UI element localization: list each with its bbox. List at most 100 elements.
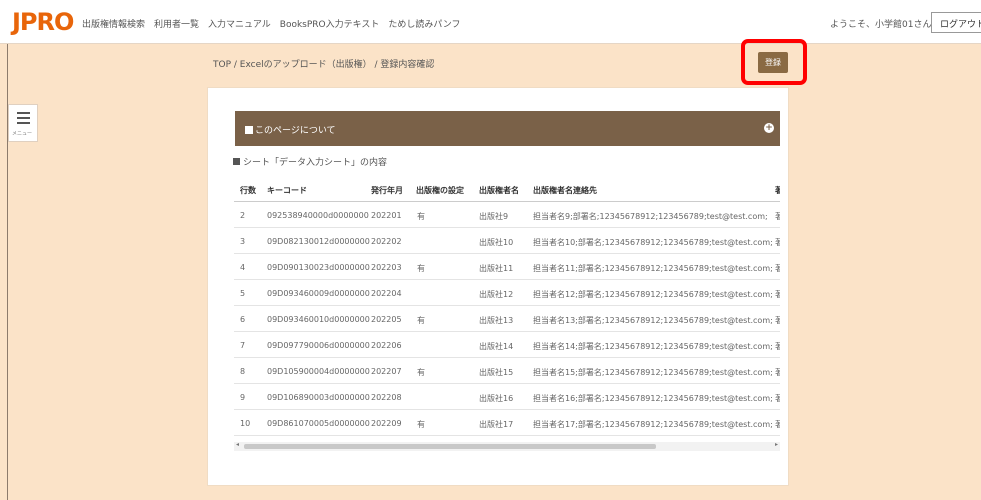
cell-publisher-name: 出版社15	[479, 368, 514, 377]
cell-publish-date: 202207	[371, 367, 402, 376]
cell-author: 著	[775, 316, 780, 325]
col-author: 著	[775, 186, 780, 195]
cell-publish-date: 202201	[371, 211, 402, 220]
cell-publisher-name: 出版社14	[479, 342, 514, 351]
col-rights-setting: 出版権の設定	[416, 186, 464, 195]
cell-author: 著	[775, 420, 780, 429]
about-page-label: このページについて	[255, 126, 336, 136]
square-bullet-icon	[233, 158, 240, 165]
nav-search-rights[interactable]: 出版権情報検索	[82, 17, 145, 30]
cell-author: 著	[775, 238, 780, 247]
table-row: 10 09D861070005d0000000 202209 有 出版社17 担当者名17…	[234, 410, 780, 436]
scroll-right-icon[interactable]: ▸	[775, 441, 778, 448]
cell-publisher-contact: 担当者名10;部署名;12345678912;123456789;test@te…	[533, 238, 773, 247]
menu-button[interactable]: メニュー	[8, 104, 38, 142]
table-row: 2 092538940000d0000000 202201 有 出版社9 担当者名9;部署…	[234, 202, 780, 228]
nav-bookspro-text[interactable]: BooksPRO入力テキスト	[280, 17, 380, 30]
cell-key-code: 09D861070005d0000000	[267, 419, 370, 428]
cell-author: 著	[775, 368, 780, 377]
cell-publisher-contact: 担当者名11;部署名;12345678912;123456789;test@te…	[533, 264, 773, 273]
col-publish-date: 発行年月	[371, 186, 403, 195]
cell-author: 著	[775, 394, 780, 403]
cell-key-code: 09D097790006d0000000	[267, 341, 370, 350]
register-button[interactable]: 登録	[758, 52, 788, 73]
jpro-logo[interactable]: JPRO	[12, 8, 74, 36]
data-table: 行数 キーコード 発行年月 出版権の設定 出版権者名 出版権者名連絡先 著 20…	[234, 176, 780, 438]
cell-publisher-name: 出版社12	[479, 290, 514, 299]
hamburger-icon	[17, 112, 30, 127]
expand-plus-icon[interactable]: +	[764, 123, 774, 133]
cell-author: 著	[775, 264, 780, 273]
cell-rights-setting: 有	[417, 368, 425, 377]
cell-publisher-contact: 担当者名14;部署名;12345678912;123456789;test@te…	[533, 342, 773, 351]
cell-publish-date: 202204	[371, 289, 402, 298]
cell-publish-date: 202209	[371, 419, 402, 428]
nav-trial-pamphlet[interactable]: ためし読みパンフ	[388, 17, 460, 30]
table-row: 5 09D093460009d0000000 202204 出版社12 担当者名12;部…	[234, 280, 780, 306]
welcome-text: ようこそ、小学館01さん	[830, 20, 932, 30]
content-card: このページについて + シート「データ入力シート」の内容 行数 キーコード 発行…	[207, 87, 789, 486]
horizontal-scrollbar[interactable]: ◂ ▸	[234, 441, 780, 451]
cell-row-number: 5	[240, 289, 246, 298]
col-row-number: 行数	[240, 186, 256, 195]
cell-publish-date: 202202	[371, 237, 402, 246]
scroll-left-icon[interactable]: ◂	[236, 441, 239, 448]
cell-key-code: 09D090130023d0000000	[267, 263, 370, 272]
nav-user-list[interactable]: 利用者一覧	[154, 17, 199, 30]
cell-row-number: 4	[240, 263, 246, 272]
cell-key-code: 09D106890003d0000000	[267, 393, 370, 402]
cell-row-number: 6	[240, 315, 246, 324]
cell-publish-date: 202206	[371, 341, 402, 350]
cell-rights-setting: 有	[417, 420, 425, 429]
cell-author: 著	[775, 342, 780, 351]
cell-row-number: 2	[240, 211, 246, 220]
cell-publisher-name: 出版社9	[479, 212, 509, 221]
cell-publisher-name: 出版社13	[479, 316, 514, 325]
cell-author: 著	[775, 290, 780, 299]
col-key-code: キーコード	[267, 186, 307, 195]
sheet-title: シート「データ入力シート」の内容	[243, 158, 388, 168]
cell-rights-setting: 有	[417, 212, 425, 221]
square-icon	[245, 126, 253, 134]
table-row: 8 09D105900004d0000000 202207 有 出版社15 担当者名15;…	[234, 358, 780, 384]
cell-publisher-name: 出版社11	[479, 264, 514, 273]
scrollbar-thumb[interactable]	[244, 444, 656, 449]
breadcrumb: TOP / Excelのアップロード（出版権） / 登録内容確認	[213, 60, 435, 70]
table-row: 6 09D093460010d0000000 202205 有 出版社13 担当者名13;…	[234, 306, 780, 332]
cell-key-code: 09D093460010d0000000	[267, 315, 370, 324]
cell-publisher-contact: 担当者名17;部署名;12345678912;123456789;test@te…	[533, 420, 773, 429]
table-header-row: 行数 キーコード 発行年月 出版権の設定 出版権者名 出版権者名連絡先 著	[234, 176, 780, 202]
cell-publish-date: 202205	[371, 315, 402, 324]
cell-row-number: 3	[240, 237, 246, 246]
cell-author: 著	[775, 212, 780, 221]
table-row: 9 09D106890003d0000000 202208 出版社16 担当者名16;部…	[234, 384, 780, 410]
table-row: 7 09D097790006d0000000 202206 出版社14 担当者名14;部…	[234, 332, 780, 358]
cell-rights-setting: 有	[417, 316, 425, 325]
cell-row-number: 10	[240, 419, 251, 428]
cell-publisher-contact: 担当者名9;部署名;12345678912;123456789;test@tes…	[533, 212, 768, 221]
cell-key-code: 09D093460009d0000000	[267, 289, 370, 298]
about-page-panel[interactable]: このページについて +	[235, 111, 780, 146]
top-nav: 出版権情報検索 利用者一覧 入力マニュアル BooksPRO入力テキスト ためし…	[82, 17, 461, 30]
cell-publisher-contact: 担当者名15;部署名;12345678912;123456789;test@te…	[533, 368, 773, 377]
cell-publisher-name: 出版社17	[479, 420, 514, 429]
menu-label: メニュー	[12, 131, 33, 137]
col-publisher-contact: 出版権者名連絡先	[533, 186, 597, 195]
header-bar: JPRO 出版権情報検索 利用者一覧 入力マニュアル BooksPRO入力テキス…	[0, 0, 981, 44]
cell-publisher-contact: 担当者名12;部署名;12345678912;123456789;test@te…	[533, 290, 773, 299]
cell-row-number: 8	[240, 367, 246, 376]
cell-publisher-name: 出版社16	[479, 394, 514, 403]
logout-button[interactable]: ログアウト	[931, 12, 981, 33]
cell-key-code: 092538940000d0000000	[267, 211, 369, 220]
cell-publisher-contact: 担当者名16;部署名;12345678912;123456789;test@te…	[533, 394, 773, 403]
col-publisher-name: 出版権者名	[479, 186, 519, 195]
cell-publish-date: 202203	[371, 263, 402, 272]
cell-publisher-name: 出版社10	[479, 238, 514, 247]
cell-row-number: 7	[240, 341, 246, 350]
cell-publisher-contact: 担当者名13;部署名;12345678912;123456789;test@te…	[533, 316, 773, 325]
cell-rights-setting: 有	[417, 264, 425, 273]
cell-key-code: 09D082130012d0000000	[267, 237, 370, 246]
nav-input-manual[interactable]: 入力マニュアル	[208, 17, 271, 30]
cell-key-code: 09D105900004d0000000	[267, 367, 370, 376]
table-row: 4 09D090130023d0000000 202203 有 出版社11 担当者名11;…	[234, 254, 780, 280]
